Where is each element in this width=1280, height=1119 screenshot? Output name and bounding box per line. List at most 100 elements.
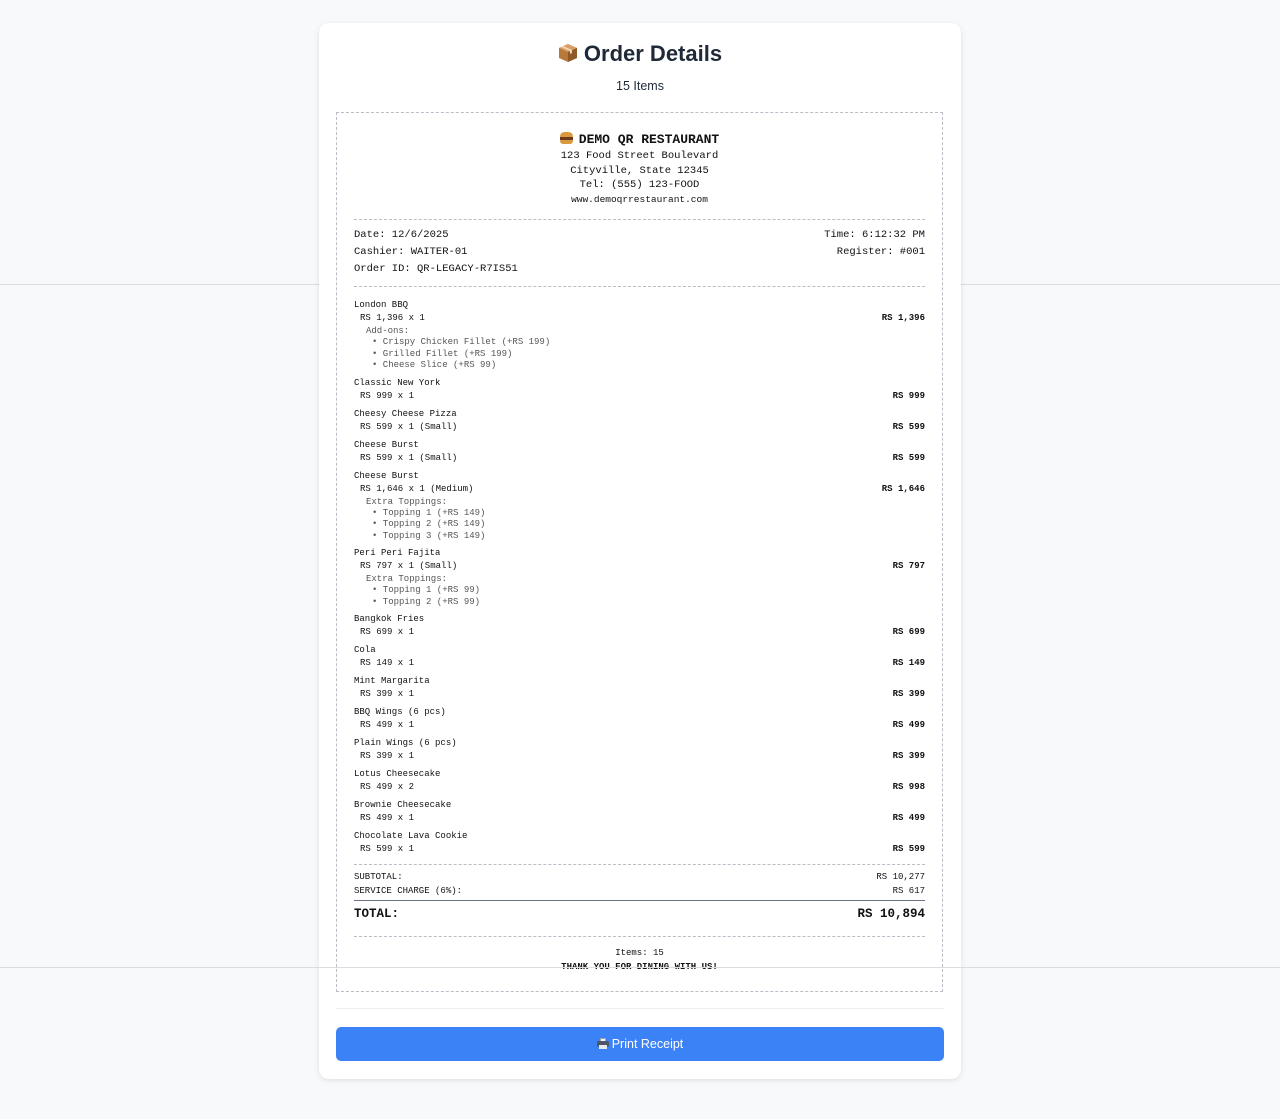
item-name: Brownie Cheesecake [354,800,452,810]
item-name: BBQ Wings (6 pcs) [354,707,446,717]
service-charge-label: SERVICE CHARGE (6%): [354,886,463,896]
total-separator [354,900,925,901]
receipt-item: Classic New York RS 999 x 1 RS 999 [354,377,925,403]
item-qty-line: RS 699 x 1 RS 699 [354,625,925,639]
subtotal-value: RS 10,277 [876,872,925,882]
item-unit-qty: RS 149 x 1 [360,658,415,668]
item-price: RS 399 [892,689,925,699]
item-unit-qty: RS 999 x 1 [360,390,415,401]
item-name: Mint Margarita [354,676,430,686]
item-qty-line: RS 1,646 x 1 (Medium) RS 1,646 [354,482,925,496]
item-unit-qty: RS 699 x 1 [360,627,415,637]
item-qty-line: RS 599 x 1 (Small) RS 599 [354,420,925,434]
printer-icon [596,1038,609,1049]
item-name: Classic New York [354,377,441,388]
item-name: London BBQ [354,300,409,310]
receipt-item: Bangkok Fries RS 699 x 1 RS 699 [354,613,925,639]
item-qty-line: RS 797 x 1 (Small) RS 797 [354,559,925,573]
item-qty-line: RS 399 x 1 RS 399 [354,749,925,763]
divider [336,1008,944,1009]
receipt-item: Plain Wings (6 pcs) RS 399 x 1 RS 399 [354,737,925,763]
page-title-text: Order Details [583,41,723,66]
item-unit-qty: RS 399 x 1 [360,689,415,699]
item-modifier-label: Add-ons: [366,326,410,336]
item-price: RS 499 [892,813,925,823]
item-name: Chocolate Lava Cookie [354,831,468,841]
item-price: RS 797 [892,561,925,571]
restaurant-name-text: DEMO QR RESTAURANT [578,132,720,147]
separator [354,936,925,937]
separator [354,864,925,865]
item-modifier: • Topping 2 (+RS 149) [372,519,486,529]
item-qty-line: RS 599 x 1 (Small) RS 599 [354,451,925,465]
item-modifier-label: Extra Toppings: [366,574,448,584]
total-value: RS 10,894 [857,907,925,921]
page-title: Order Details [319,39,961,69]
footer-items: Items: 15 [615,948,664,958]
item-unit-qty: RS 499 x 1 [360,720,415,730]
item-qty-line: RS 1,396 x 1 RS 1,396 [354,311,925,325]
restaurant-address-line-1: 123 Food Street Boulevard [560,150,719,162]
item-unit-qty: RS 797 x 1 (Small) [360,561,458,571]
item-name: Peri Peri Fajita [354,548,441,558]
overlay-guide-line-bottom [0,967,1280,968]
item-modifier: • Cheese Slice (+RS 99) [372,360,497,370]
item-modifier-label: Extra Toppings: [366,496,448,507]
receipt-item: Peri Peri Fajita RS 797 x 1 (Small) RS 797… [354,547,925,608]
item-price: RS 1,646 [881,483,925,494]
receipt-item: London BBQ RS 1,396 x 1 RS 1,396 Add-ons: • … [354,299,925,372]
item-name: Cheesy Cheese Pizza [354,408,457,419]
receipt: DEMO QR RESTAURANT 123 Food Street Boule… [336,112,943,992]
item-qty-line: RS 599 x 1 RS 599 [354,842,925,856]
item-unit-qty: RS 1,396 x 1 [360,313,425,323]
receipt-item: Cheesy Cheese Pizza RS 599 x 1 (Small) RS … [354,408,925,434]
meta-row-order: Order ID: QR-LEGACY-R7IS51 [354,262,925,276]
item-qty-line: RS 499 x 2 RS 998 [354,780,925,794]
subtotal-label: SUBTOTAL: [354,872,403,882]
item-modifier: • Grilled Fillet (+RS 199) [372,348,513,359]
item-name: Bangkok Fries [354,614,425,624]
item-unit-qty: RS 599 x 1 (Small) [360,452,458,463]
restaurant-name: DEMO QR RESTAURANT [337,131,942,149]
receipt-header: DEMO QR RESTAURANT 123 Food Street Boule… [337,131,942,207]
item-unit-qty: RS 599 x 1 (Small) [360,421,458,432]
item-price: RS 599 [892,452,925,463]
restaurant-phone: Tel: (555) 123-FOOD [579,179,700,191]
receipt-item: Mint Margarita RS 399 x 1 RS 399 [354,675,925,701]
receipt-item: Brownie Cheesecake RS 499 x 1 RS 499 [354,799,925,825]
item-modifier: • Topping 3 (+RS 149) [372,530,486,541]
package-icon [558,41,578,62]
total-label: TOTAL: [354,907,400,921]
item-unit-qty: RS 499 x 1 [360,813,415,823]
item-qty-line: RS 999 x 1 RS 999 [354,389,925,403]
item-price: RS 1,396 [881,313,925,323]
receipt-item: Cola RS 149 x 1 RS 149 [354,644,925,670]
item-count: 15 Items [616,79,664,93]
meta-row-date: Date: 12/6/2025 Time: 6:12:32 PM [354,228,925,242]
order-time: Time: 6:12:32 PM [824,229,925,241]
item-price: RS 399 [892,751,925,761]
print-receipt-label: Print Receipt [611,1037,684,1051]
separator [354,286,925,287]
burger-icon [559,132,573,144]
cashier: Cashier: WAITER-01 [354,246,468,258]
print-receipt-button[interactable]: Print Receipt [336,1027,944,1061]
item-modifier: • Crispy Chicken Fillet (+RS 199) [372,337,551,347]
item-list: London BBQ RS 1,396 x 1 RS 1,396 Add-ons: • … [354,294,925,856]
order-id: Order ID: QR-LEGACY-R7IS51 [354,263,518,275]
item-qty-line: RS 149 x 1 RS 149 [354,656,925,670]
service-charge-value: RS 617 [892,886,925,896]
separator [354,219,925,220]
item-qty-line: RS 399 x 1 RS 399 [354,687,925,701]
item-modifier: • Topping 1 (+RS 99) [372,585,481,595]
receipt-item: Lotus Cheesecake RS 499 x 2 RS 998 [354,768,925,794]
service-charge-row: SERVICE CHARGE (6%): RS 617 [354,885,925,899]
item-price: RS 499 [892,720,925,730]
receipt-item: Cheese Burst RS 1,646 x 1 (Medium) RS 1,64… [354,470,925,543]
item-qty-line: RS 499 x 1 RS 499 [354,811,925,825]
item-price: RS 998 [892,782,925,792]
subtotal-row: SUBTOTAL: RS 10,277 [354,871,925,885]
item-qty-line: RS 499 x 1 RS 499 [354,718,925,732]
item-name: Plain Wings (6 pcs) [354,738,457,748]
item-price: RS 999 [892,390,925,401]
